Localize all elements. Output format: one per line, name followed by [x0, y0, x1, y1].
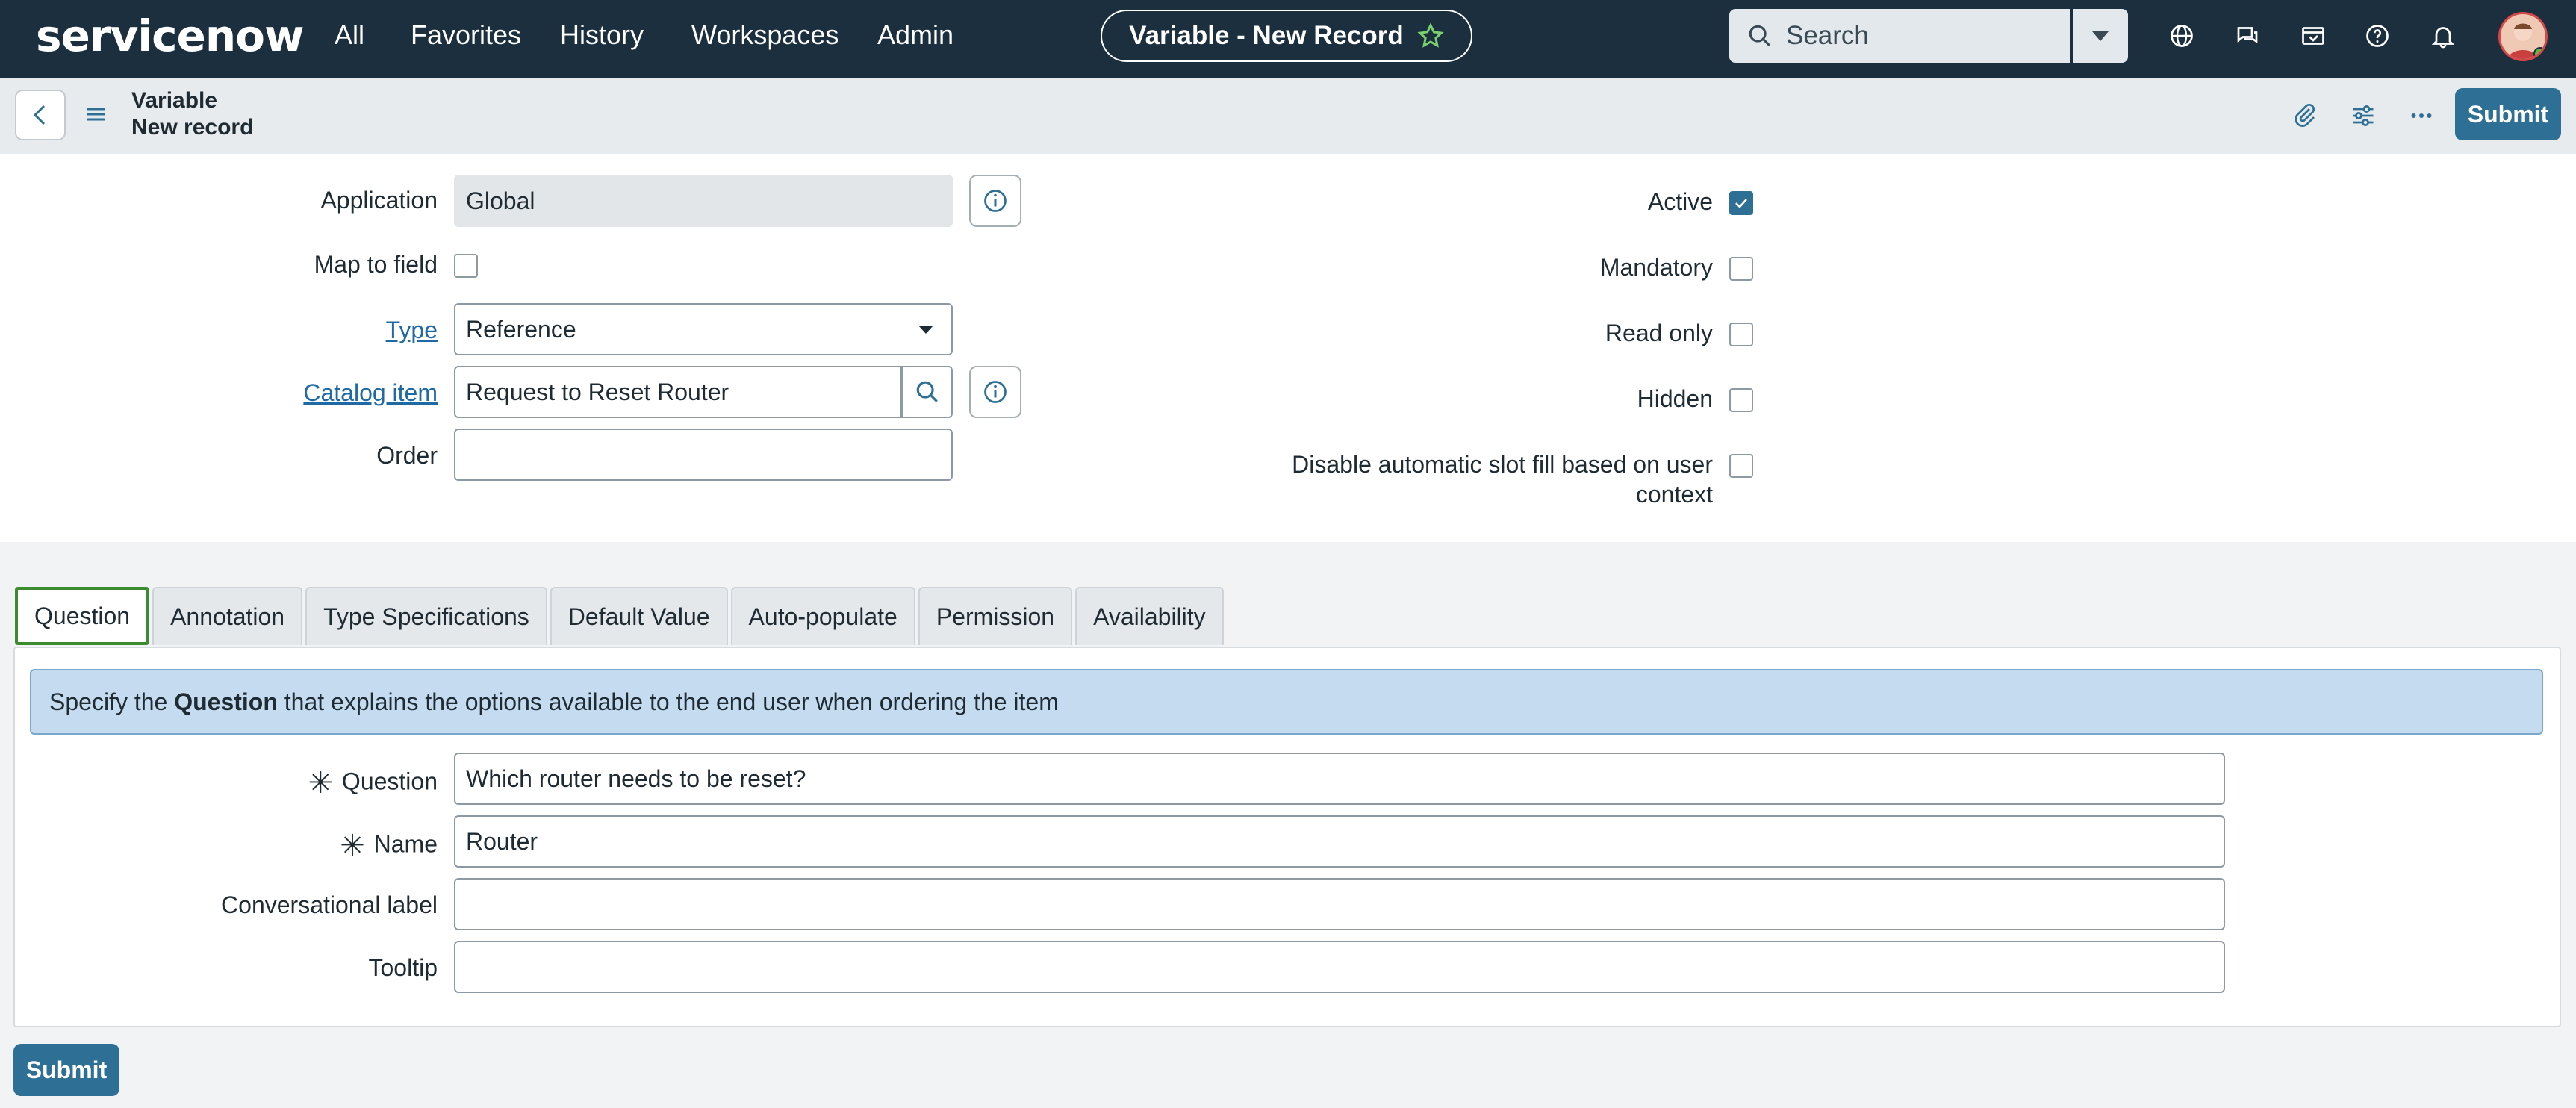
- record-title-pill[interactable]: Variable - New Record: [1101, 10, 1472, 62]
- active-label: Active: [1647, 188, 1713, 215]
- help-icon[interactable]: [2359, 18, 2395, 54]
- global-search-input[interactable]: Search: [1729, 9, 2070, 63]
- tab-question[interactable]: Question: [15, 587, 150, 645]
- info-icon: [984, 190, 1007, 212]
- disable-slot-fill-checkbox[interactable]: [1729, 454, 1753, 478]
- required-asterisk-icon: ✳: [340, 830, 365, 862]
- form-subtitle: New record: [131, 115, 254, 140]
- form-title: Variable: [131, 88, 218, 113]
- question-label-text: Question: [341, 768, 438, 795]
- nav-admin[interactable]: Admin: [877, 19, 953, 51]
- catalog-item-input[interactable]: Request to Reset Router: [454, 366, 902, 418]
- banner-suffix: that explains the options available to t…: [277, 688, 1059, 715]
- form-header: Variable New record Submit: [0, 78, 2576, 154]
- tooltip-label: Tooltip: [368, 954, 438, 981]
- tooltip-input[interactable]: [454, 941, 2225, 993]
- question-label: ✳ Question: [224, 766, 438, 800]
- user-avatar[interactable]: [2498, 12, 2548, 61]
- type-select[interactable]: Reference: [454, 303, 953, 355]
- nav-favorites[interactable]: Favorites: [411, 19, 521, 51]
- order-input[interactable]: [454, 429, 953, 481]
- tab-default-value[interactable]: Default Value: [550, 587, 728, 645]
- submit-button-top[interactable]: Submit: [2455, 88, 2561, 140]
- star-icon[interactable]: [1417, 22, 1444, 49]
- section-tabs: Question Annotation Type Specifications …: [15, 587, 1224, 645]
- nav-workspaces[interactable]: Workspaces: [691, 19, 839, 51]
- servicenow-logo[interactable]: servicenow: [36, 10, 305, 61]
- tab-auto-populate[interactable]: Auto-populate: [730, 587, 915, 645]
- disable-slot-fill-label-line1: Disable automatic slot fill based on use…: [1292, 451, 1713, 478]
- more-options-ellipsis-icon[interactable]: [2404, 99, 2439, 133]
- read-only-checkbox[interactable]: [1729, 323, 1753, 346]
- top-navigation-bar: servicenow All Favorites History Workspa…: [0, 0, 2576, 78]
- caret-down-icon: [918, 326, 933, 334]
- catalog-item-label-link[interactable]: Catalog item: [284, 379, 438, 407]
- chevron-left-icon: [33, 105, 46, 125]
- tab-permission[interactable]: Permission: [918, 587, 1073, 645]
- name-label: ✳ Name: [224, 829, 438, 863]
- caret-down-icon: [2092, 31, 2109, 41]
- tab-type-specifications[interactable]: Type Specifications: [305, 587, 547, 645]
- checkmark-icon: [1735, 199, 1747, 208]
- search-icon: [916, 381, 938, 402]
- hidden-label: Hidden: [1637, 385, 1713, 412]
- hidden-checkbox[interactable]: [1729, 388, 1753, 412]
- search-placeholder: Search: [1786, 21, 1869, 50]
- application-label: Application: [320, 187, 438, 214]
- map-to-field-label: Map to field: [314, 251, 438, 278]
- chat-icon[interactable]: [2230, 18, 2265, 54]
- globe-icon[interactable]: [2164, 18, 2200, 54]
- nav-all[interactable]: All: [335, 19, 364, 51]
- personalize-form-sliders-icon[interactable]: [2346, 99, 2380, 133]
- name-input[interactable]: Router: [454, 815, 2225, 868]
- conversational-label-input[interactable]: [454, 878, 2225, 930]
- conversational-label-label: Conversational label: [221, 891, 438, 918]
- attachment-paperclip-icon[interactable]: [2288, 99, 2322, 133]
- active-checkbox[interactable]: [1729, 191, 1753, 215]
- search-scope-dropdown[interactable]: [2073, 9, 2128, 63]
- question-info-banner: Specify the Question that explains the o…: [30, 669, 2543, 735]
- mandatory-label: Mandatory: [1599, 254, 1713, 281]
- required-asterisk-icon: ✳: [308, 767, 333, 800]
- mandatory-checkbox[interactable]: [1729, 257, 1753, 281]
- order-label: Order: [376, 442, 438, 469]
- banner-bold: Question: [174, 688, 278, 715]
- name-label-text: Name: [373, 830, 438, 858]
- tab-availability[interactable]: Availability: [1075, 587, 1224, 645]
- application-field: Global: [454, 175, 953, 227]
- info-icon: [984, 381, 1007, 403]
- map-to-field-checkbox[interactable]: [454, 254, 478, 278]
- workspace-switcher-icon[interactable]: [2295, 18, 2331, 54]
- catalog-item-lookup-button[interactable]: [902, 366, 953, 418]
- back-button[interactable]: [15, 90, 66, 140]
- question-input[interactable]: Which router needs to be reset?: [454, 753, 2225, 805]
- application-info-button[interactable]: [969, 175, 1021, 227]
- type-label-link[interactable]: Type: [284, 317, 438, 344]
- tab-annotation[interactable]: Annotation: [152, 587, 303, 645]
- submit-button-bottom[interactable]: Submit: [13, 1044, 119, 1096]
- presence-badge: [2533, 47, 2545, 59]
- catalog-item-info-button[interactable]: [969, 366, 1021, 418]
- nav-history[interactable]: History: [560, 19, 644, 51]
- disable-slot-fill-label-line2: context: [1635, 481, 1713, 508]
- type-select-value: Reference: [466, 315, 576, 343]
- search-icon: [1749, 25, 1770, 46]
- banner-prefix: Specify the: [49, 688, 175, 715]
- hamburger-menu-icon[interactable]: [85, 103, 108, 125]
- record-title: Variable - New Record: [1129, 21, 1404, 50]
- read-only-label: Read only: [1605, 320, 1713, 346]
- notifications-bell-icon[interactable]: [2425, 18, 2461, 54]
